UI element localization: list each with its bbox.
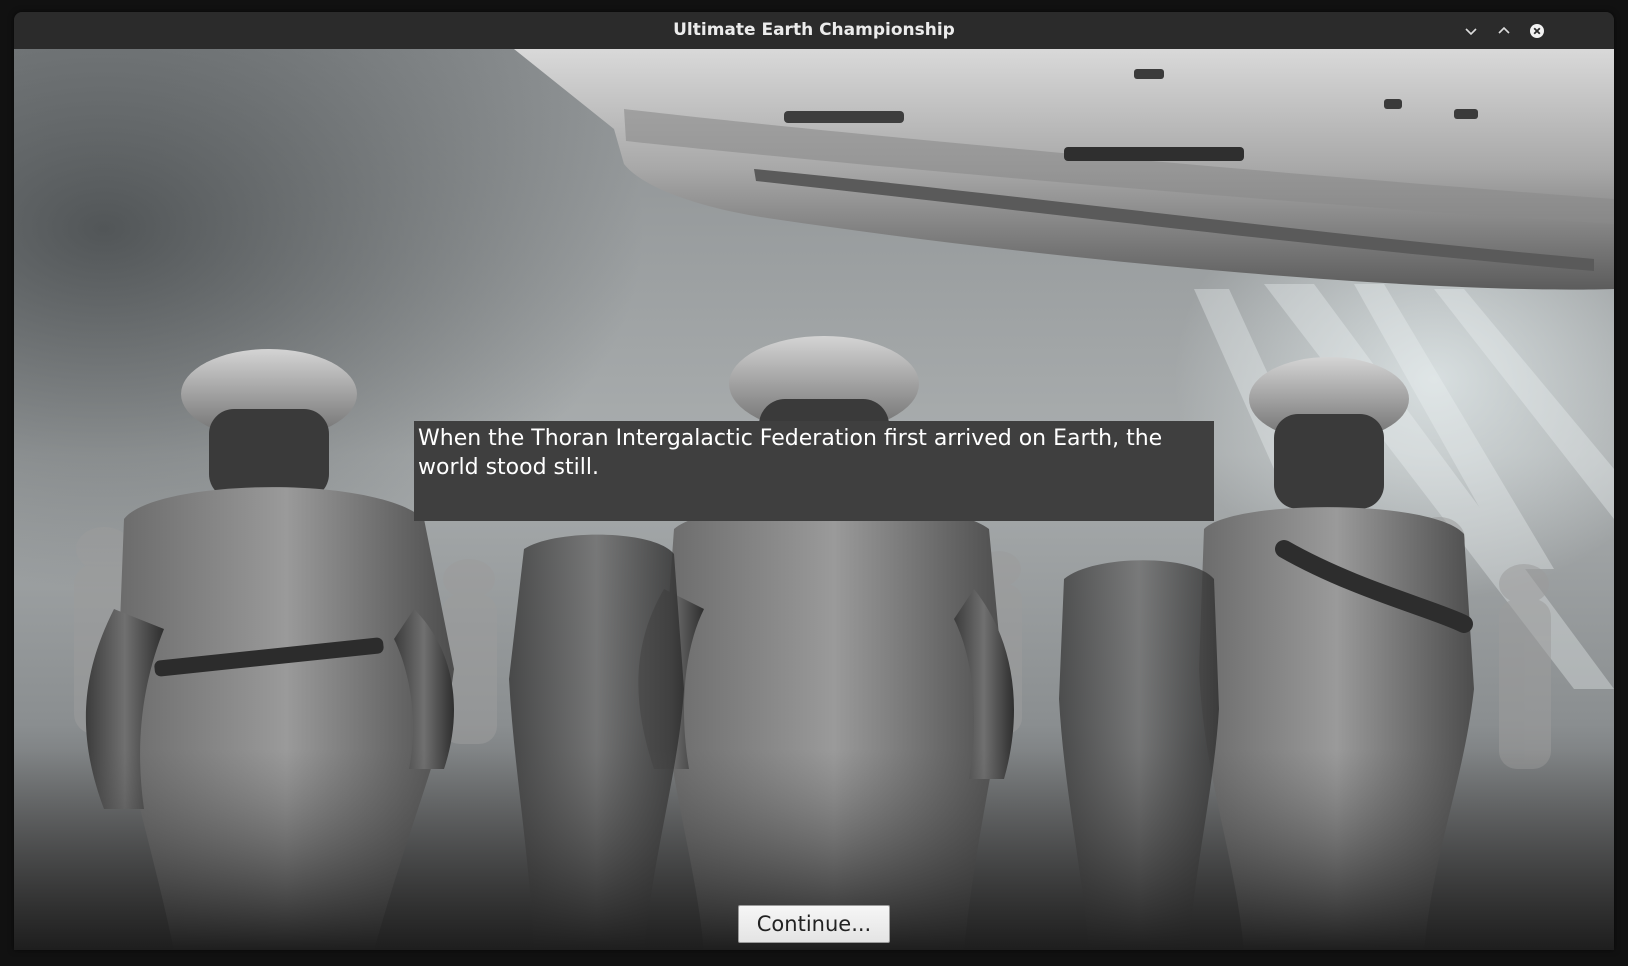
chevron-down-icon xyxy=(1465,28,1477,36)
close-icon xyxy=(1530,24,1544,38)
app-window: Ultimate Earth Championship When the Tho… xyxy=(14,12,1614,950)
narration-box: When the Thoran Intergalactic Federation… xyxy=(414,421,1214,521)
close-button[interactable] xyxy=(1527,21,1547,41)
story-scene: When the Thoran Intergalactic Federation… xyxy=(14,49,1614,950)
window-title: Ultimate Earth Championship xyxy=(673,20,955,40)
maximize-button[interactable] xyxy=(1494,21,1514,41)
minimize-button[interactable] xyxy=(1461,21,1481,41)
title-bar[interactable]: Ultimate Earth Championship xyxy=(14,12,1614,50)
continue-button[interactable]: Continue... xyxy=(738,905,890,943)
chevron-up-icon xyxy=(1498,26,1510,34)
